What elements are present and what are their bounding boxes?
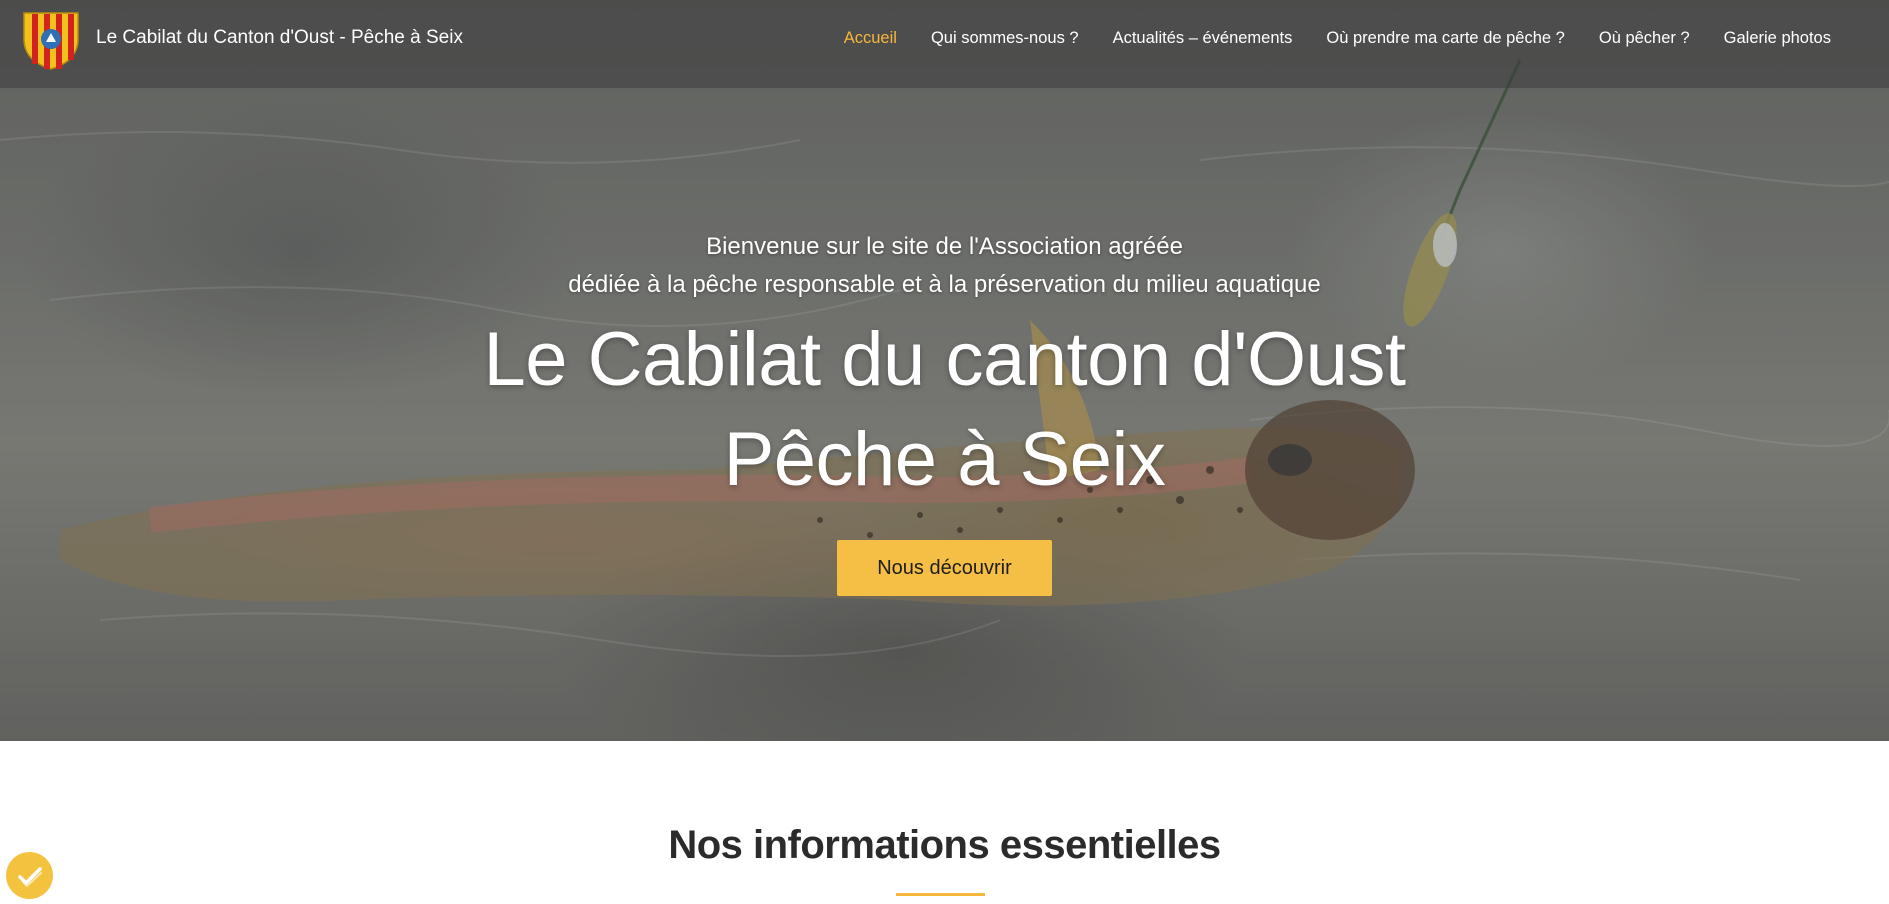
section-title-underline (896, 893, 985, 896)
nav-item-actualites[interactable]: Actualités – événements (1113, 29, 1293, 48)
nav-item-galerie-photos[interactable]: Galerie photos (1724, 29, 1831, 48)
checkmark-icon (17, 866, 42, 887)
discover-button[interactable]: Nous découvrir (837, 540, 1052, 596)
coat-of-arms-icon[interactable] (22, 9, 80, 71)
section-title: Nos informations essentielles (668, 823, 1221, 867)
top-navbar: Le Cabilat du Canton d'Oust - Pêche à Se… (0, 0, 1889, 88)
site-brand-title[interactable]: Le Cabilat du Canton d'Oust - Pêche à Se… (96, 27, 463, 49)
hero-title-line-1: Le Cabilat du canton d'Oust (483, 317, 1406, 402)
hero-intro-line-1: Bienvenue sur le site de l'Association a… (706, 233, 1183, 260)
nav-item-accueil[interactable]: Accueil (844, 29, 897, 48)
hero-content: Bienvenue sur le site de l'Association a… (0, 228, 1889, 596)
nav-item-carte-de-peche[interactable]: Où prendre ma carte de pêche ? (1326, 29, 1564, 48)
hero-intro-line-2: dédiée à la pêche responsable et à la pr… (568, 271, 1321, 298)
hero-title-line-2: Pêche à Seix (723, 417, 1166, 502)
nav-item-qui-sommes-nous[interactable]: Qui sommes-nous ? (931, 29, 1079, 48)
nav-item-ou-pecher[interactable]: Où pêcher ? (1599, 29, 1690, 48)
cookie-consent-icon[interactable] (6, 852, 53, 899)
main-navigation: Accueil Qui sommes-nous ? Actualités – é… (844, 29, 1831, 48)
